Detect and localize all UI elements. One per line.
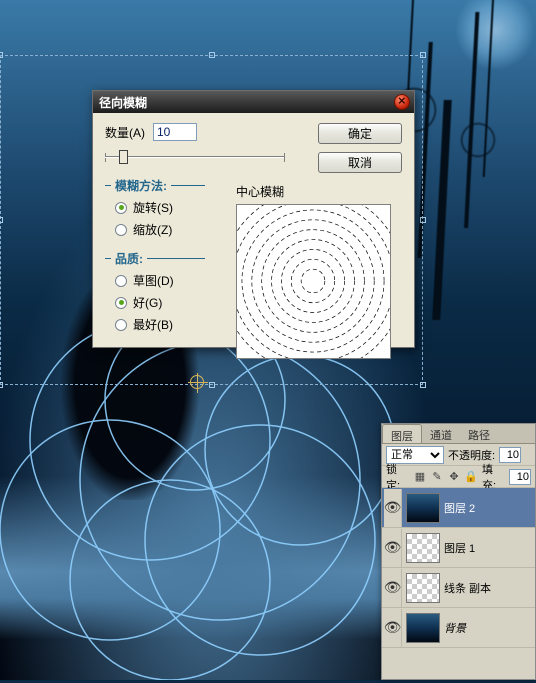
- blur-center-preview[interactable]: [236, 204, 391, 359]
- layer-name-label[interactable]: 图层 1: [444, 540, 533, 556]
- layer-thumbnail[interactable]: [406, 573, 440, 603]
- layer-row[interactable]: 👁 线条 副本: [382, 568, 535, 608]
- lock-paint-icon[interactable]: ✎: [430, 470, 444, 484]
- slider-thumb-icon[interactable]: [119, 150, 128, 164]
- quality-heading: 品质:: [105, 250, 205, 267]
- dialog-title: 径向模糊: [97, 94, 394, 111]
- radio-label: 缩放(Z): [133, 221, 172, 238]
- layer-name-label[interactable]: 背景: [444, 620, 533, 636]
- visibility-eye-icon[interactable]: 👁: [384, 609, 402, 647]
- quality-option-1[interactable]: 好(G): [115, 294, 205, 311]
- layer-thumbnail[interactable]: [406, 493, 440, 523]
- amount-input[interactable]: [153, 123, 197, 141]
- layer-row[interactable]: 👁 背景: [382, 608, 535, 648]
- layers-panel: 图层 通道 路径 正常 不透明度: 锁定: ▦ ✎ ✥ 🔒 填充: 👁图层 2👁…: [381, 423, 536, 680]
- layer-row[interactable]: 👁 图层 1: [382, 528, 535, 568]
- tab-channels[interactable]: 通道: [422, 424, 460, 443]
- layer-name-label[interactable]: 线条 副本: [444, 580, 533, 596]
- ok-button[interactable]: 确定: [318, 123, 402, 144]
- cancel-button[interactable]: 取消: [318, 152, 402, 173]
- tab-layers[interactable]: 图层: [382, 424, 422, 443]
- layer-thumbnail[interactable]: [406, 533, 440, 563]
- quality-option-0[interactable]: 草图(D): [115, 272, 205, 289]
- quality-group: 品质: 草图(D) 好(G) 最好(B): [105, 250, 205, 333]
- radio-label: 好(G): [133, 294, 162, 311]
- transform-center-point[interactable]: [190, 375, 204, 389]
- amount-label: 数量(A): [105, 124, 145, 141]
- close-icon[interactable]: [394, 94, 410, 110]
- radio-icon[interactable]: [115, 275, 127, 287]
- radial-blur-dialog: 径向模糊 数量(A) 确定 取消 模糊方法: 旋转(S) 缩放(Z) 品质: 草图…: [92, 90, 415, 348]
- radio-label: 草图(D): [133, 272, 174, 289]
- visibility-eye-icon[interactable]: 👁: [384, 569, 402, 607]
- layer-name-label[interactable]: 图层 2: [444, 500, 533, 516]
- lock-transparency-icon[interactable]: ▦: [413, 470, 427, 484]
- layer-thumbnail[interactable]: [406, 613, 440, 643]
- blur-method-heading: 模糊方法:: [105, 177, 205, 194]
- radio-icon[interactable]: [115, 297, 127, 309]
- radio-label: 最好(B): [133, 316, 173, 333]
- radio-label: 旋转(S): [133, 199, 173, 216]
- fill-input[interactable]: [509, 469, 531, 485]
- tab-paths[interactable]: 路径: [460, 424, 498, 443]
- visibility-eye-icon[interactable]: 👁: [384, 489, 402, 527]
- layer-row[interactable]: 👁 图层 2: [382, 488, 535, 528]
- radio-icon[interactable]: [115, 319, 127, 331]
- panel-tabs: 图层 通道 路径: [382, 424, 535, 444]
- amount-slider[interactable]: [105, 149, 285, 165]
- preview-label: 中心模糊: [236, 183, 400, 200]
- lock-all-icon[interactable]: 🔒: [464, 470, 478, 484]
- lock-move-icon[interactable]: ✥: [447, 470, 461, 484]
- blur-method-group: 模糊方法: 旋转(S) 缩放(Z): [105, 177, 205, 238]
- radio-icon[interactable]: [115, 224, 127, 236]
- visibility-eye-icon[interactable]: 👁: [384, 529, 402, 567]
- quality-option-2[interactable]: 最好(B): [115, 316, 205, 333]
- layer-list: 👁 图层 2 👁 图层 1 👁 线条 副本 👁 背景: [382, 488, 535, 679]
- radio-icon[interactable]: [115, 202, 127, 214]
- dialog-titlebar[interactable]: 径向模糊: [93, 91, 414, 113]
- blur-method-option-1[interactable]: 缩放(Z): [115, 221, 205, 238]
- blur-method-option-0[interactable]: 旋转(S): [115, 199, 205, 216]
